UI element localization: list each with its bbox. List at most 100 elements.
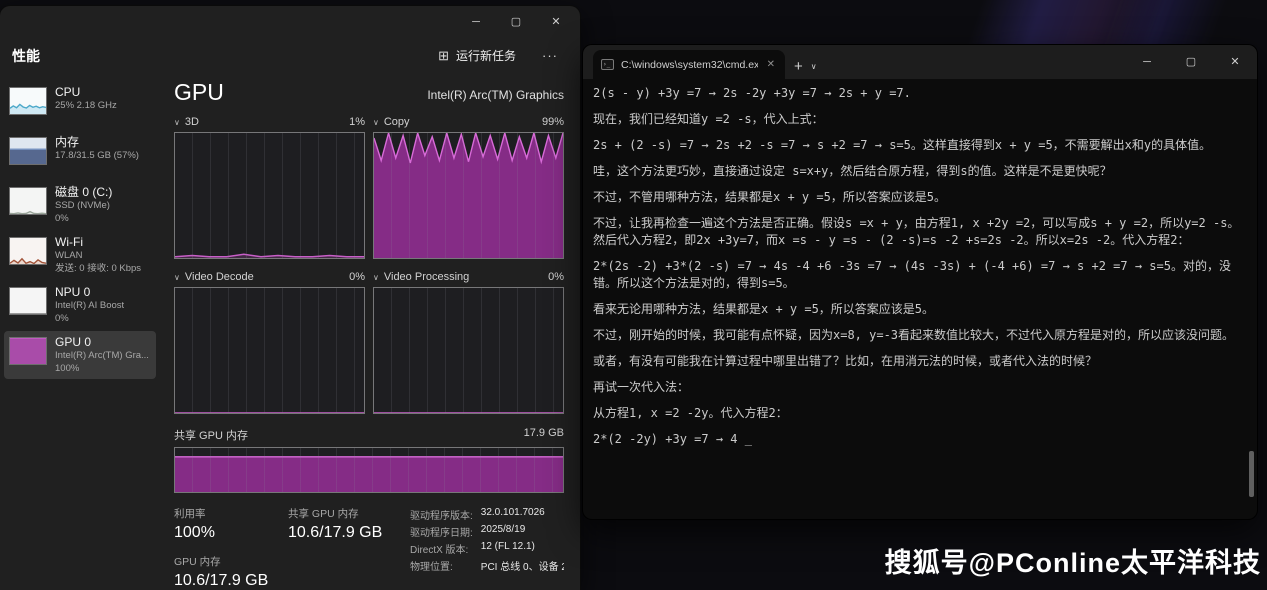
terminal-line: 2*(2 -2y) +3y =7 → 4 _ [593,431,1243,448]
minimize-button[interactable]: ─ [456,8,496,36]
terminal-titlebar: ›_ C:\windows\system32\cmd.ex ✕ + ∨ ─ ▢ … [583,45,1257,79]
shared-memory-stat-value: 10.6/17.9 GB [288,524,410,542]
sidebar-item-detail: 0% [55,313,124,326]
info-value: PCI 总线 0、设备 2、功... [481,558,564,573]
chevron-down-icon[interactable]: ∨ [174,118,180,127]
scrollbar[interactable] [1247,79,1256,519]
info-label: DirectX 版本: [410,541,473,556]
utilization-label: 利用率 [174,506,288,521]
header-actions: ⊞ 运行新任务 ··· [430,42,566,69]
stats-column: 共享 GPU 内存 10.6/17.9 GB [288,506,410,590]
sidebar-item-name: 内存 [55,135,139,150]
chart-label: Video Decode [185,271,254,283]
chart-label-row: ∨ Copy 99% [373,116,564,128]
sidebar-item-detail: 100% [55,363,149,376]
chevron-down-icon[interactable]: ∨ [373,273,379,282]
gpu-name: Intel(R) Arc(TM) Graphics [427,88,564,106]
sidebar-item-npu[interactable]: NPU 0 Intel(R) AI Boost 0% [4,281,156,329]
sidebar-item-disk[interactable]: 磁盘 0 (C:) SSD (NVMe) 0% [4,181,156,229]
terminal-line: 2(s - y) +3y =7 → 2s -2y +3y =7 → 2s + y… [593,85,1243,102]
maximize-button[interactable]: ▢ [1169,45,1213,79]
tab-dropdown-icon[interactable]: ∨ [811,62,817,71]
sidebar-item-detail: 0% [55,213,112,226]
chart-cell-video-processing: ∨ Video Processing 0% [373,271,564,414]
minimize-button[interactable]: ─ [1125,45,1169,79]
cpu-sparkline [9,87,47,115]
close-button[interactable]: ✕ [536,8,576,36]
sidebar-item-text: CPU 25% 2.18 GHz [55,85,117,113]
terminal-output: 2(s - y) +3y =7 → 2s -2y +3y =7 → 2s + y… [583,79,1257,519]
sidebar-item-cpu[interactable]: CPU 25% 2.18 GHz [4,81,156,129]
sidebar-item-name: CPU [55,85,117,100]
chevron-down-icon[interactable]: ∨ [373,118,379,127]
terminal-line: 从方程1, x =2 -2y。代入方程2： [593,405,1243,422]
gpu-memory-label: GPU 内存 [174,554,288,569]
sidebar-item-gpu[interactable]: GPU 0 Intel(R) Arc(TM) Gra... 100% [4,331,156,379]
window-controls: ─ ▢ ✕ [456,8,576,36]
sidebar-item-text: 内存 17.8/31.5 GB (57%) [55,135,139,163]
wifi-sparkline [9,237,47,265]
terminal-window: ›_ C:\windows\system32\cmd.ex ✕ + ∨ ─ ▢ … [583,45,1257,519]
sidebar-item-detail: 25% 2.18 GHz [55,100,117,113]
shared-memory-label-row: 共享 GPU 内存 17.9 GB [174,427,564,443]
chart-label-row: ∨ Video Processing 0% [373,271,564,283]
info-label: 物理位置: [410,558,473,573]
tab-close-icon[interactable]: ✕ [765,59,777,70]
chart-label-row: ∨ Video Decode 0% [174,271,365,283]
terminal-line: 不过，刚开始的时候，我可能有点怀疑，因为x=8, y=-3看起来数值比较大，不过… [593,327,1243,344]
terminal-tab[interactable]: ›_ C:\windows\system32\cmd.ex ✕ [593,50,785,79]
chart-cell-video-decode: ∨ Video Decode 0% [174,271,365,414]
sidebar-item-detail: Intel(R) Arc(TM) Gra... [55,350,149,363]
task-manager-window: ─ ▢ ✕ 性能 ⊞ 运行新任务 ··· CPU 25% 2.18 GHz [0,6,580,590]
chart-cell-copy: ∨ Copy 99% [373,116,564,259]
chart-value: 1% [349,116,365,128]
cmd-icon: ›_ [601,59,614,70]
disk-sparkline [9,187,47,215]
close-button[interactable]: ✕ [1213,45,1257,79]
info-label: 驱动程序版本: [410,507,473,522]
run-new-task-label: 运行新任务 [456,47,516,64]
chart-video-decode [174,287,365,414]
gpu-memory-value: 10.6/17.9 GB [174,572,288,590]
sidebar-item-memory[interactable]: 内存 17.8/31.5 GB (57%) [4,131,156,179]
sidebar-item-name: 磁盘 0 (C:) [55,185,112,200]
chevron-down-icon[interactable]: ∨ [174,273,180,282]
scrollbar-thumb[interactable] [1249,451,1254,497]
watermark-text: 搜狐号@PConline太平洋科技 [885,541,1261,580]
more-options-button[interactable]: ··· [534,44,566,67]
chart-video-processing [373,287,564,414]
terminal-line: 不过，让我再检查一遍这个方法是否正确。假设s =x + y，由方程1, x +2… [593,215,1243,249]
chart-value: 0% [548,271,564,283]
new-tab-button[interactable]: + [794,59,803,74]
npu-sparkline [9,287,47,315]
sidebar-item-name: GPU 0 [55,335,149,350]
shared-memory-max: 17.9 GB [524,427,564,443]
sidebar-item-name: NPU 0 [55,285,124,300]
maximize-button[interactable]: ▢ [496,8,536,36]
sidebar-item-detail: WLAN [55,250,141,263]
memory-sparkline [9,137,47,165]
terminal-line: 或者，有没有可能我在计算过程中哪里出错了？比如，在用消元法的时候，或者代入法的时… [593,353,1243,370]
sidebar-item-text: NPU 0 Intel(R) AI Boost 0% [55,285,124,326]
terminal-line: 再试一次代入法： [593,379,1243,396]
sidebar-item-detail: 发送: 0 接收: 0 Kbps [55,263,141,276]
sidebar-item-detail: 17.8/31.5 GB (57%) [55,150,139,163]
chart-3d [174,132,365,259]
info-value: 12 (FL 12.1) [481,541,564,556]
chart-shared-gpu-memory [174,447,564,493]
terminal-line: 哇，这个方法更巧妙，直接通过设定 s=x+y，然后结合原方程，得到s的值。这样是… [593,163,1243,180]
run-new-task-icon: ⊞ [438,48,449,64]
window-controls: ─ ▢ ✕ [1125,45,1257,79]
utilization-value: 100% [174,524,288,542]
chart-label: Copy [384,116,410,128]
driver-info: 驱动程序版本: 32.0.101.7026 驱动程序日期: 2025/8/19 … [410,506,564,590]
task-manager-body: CPU 25% 2.18 GHz 内存 17.8/31.5 GB (57%) 磁… [0,79,580,587]
chart-label: 3D [185,116,199,128]
terminal-line: 看来无论用哪种方法，结果都是x + y =5，所以答案应该是5。 [593,301,1243,318]
gpu-sparkline [9,337,47,365]
terminal-line-text: 2*(2 -2y) +3y =7 → 4 [593,432,745,446]
gpu-title: GPU [174,79,224,106]
sidebar-item-wifi[interactable]: Wi-Fi WLAN 发送: 0 接收: 0 Kbps [4,231,156,279]
run-new-task-button[interactable]: ⊞ 运行新任务 [430,42,524,69]
sidebar-item-detail: Intel(R) AI Boost [55,300,124,313]
